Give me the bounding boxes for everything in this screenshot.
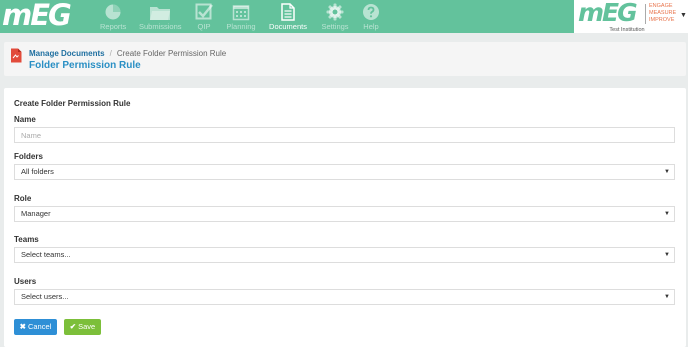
save-button[interactable]: ✔ Save bbox=[64, 319, 101, 335]
caret-down-icon: ▼ bbox=[664, 294, 670, 300]
nav-item-qip[interactable]: QIP bbox=[194, 0, 214, 33]
nav-item-documents[interactable]: Documents bbox=[268, 0, 308, 33]
breadcrumb-current: Create Folder Permission Rule bbox=[116, 49, 227, 58]
page-title: Folder Permission Rule bbox=[29, 60, 141, 71]
close-icon: ✖ bbox=[19, 322, 26, 331]
institution-switcher[interactable]: mEG ENGAGE MEASURE IMPROVE ▼ Test Instit… bbox=[574, 0, 688, 33]
help-icon bbox=[363, 4, 379, 20]
tagline-engage: ENGAGE bbox=[649, 3, 673, 9]
breadcrumb-separator: / bbox=[109, 49, 112, 58]
form-title: Create Folder Permission Rule bbox=[14, 99, 131, 108]
page-header: Manage Documents / Create Folder Permissio… bbox=[4, 42, 686, 76]
nav-label: Submissions bbox=[139, 22, 182, 31]
users-label: Users bbox=[14, 277, 37, 286]
teams-select-value: Select teams... bbox=[21, 250, 71, 259]
nav-label: Settings bbox=[321, 22, 349, 31]
pie-chart-icon bbox=[105, 4, 121, 20]
save-button-label: Save bbox=[78, 322, 96, 331]
folders-select-value: All folders bbox=[21, 167, 54, 176]
folders-label: Folders bbox=[14, 152, 43, 161]
checkbox-icon bbox=[195, 3, 213, 20]
role-select-value: Manager bbox=[21, 209, 51, 218]
nav-item-submissions[interactable]: Submissions bbox=[139, 0, 182, 33]
form-panel: Create Folder Permission Rule Name Folde… bbox=[4, 88, 686, 347]
teams-label: Teams bbox=[14, 235, 39, 244]
top-nav-bar: mEG Reports Submissions QIP Planning Doc… bbox=[0, 0, 688, 33]
nav-label: QIP bbox=[197, 22, 211, 31]
users-select-value: Select users... bbox=[21, 292, 69, 301]
name-label: Name bbox=[14, 115, 36, 124]
app-logo[interactable]: mEG bbox=[2, 1, 72, 30]
document-icon bbox=[281, 3, 295, 21]
gear-icon bbox=[326, 3, 344, 21]
check-icon: ✔ bbox=[69, 322, 77, 331]
folders-select[interactable]: All folders ▼ bbox=[14, 164, 675, 180]
nav-item-reports[interactable]: Reports bbox=[100, 0, 126, 33]
nav-label: Planning bbox=[226, 22, 256, 31]
nav-label: Help bbox=[363, 22, 379, 31]
document-icon bbox=[11, 48, 22, 63]
institution-name: Test Institution bbox=[609, 27, 645, 33]
role-select[interactable]: Manager ▼ bbox=[14, 206, 675, 222]
folder-icon bbox=[150, 7, 170, 20]
breadcrumb-link-manage-documents[interactable]: Manage Documents bbox=[29, 49, 105, 58]
tagline-measure: MEASURE bbox=[649, 10, 677, 16]
breadcrumb: Manage Documents / Create Folder Permissio… bbox=[29, 49, 226, 58]
institution-tagline: ENGAGE MEASURE IMPROVE bbox=[649, 3, 676, 24]
role-label: Role bbox=[14, 194, 32, 203]
nav-label: Documents bbox=[269, 22, 307, 31]
name-input[interactable] bbox=[14, 127, 675, 143]
users-select[interactable]: Select users... ▼ bbox=[14, 289, 675, 305]
caret-down-icon: ▼ bbox=[664, 211, 670, 217]
cancel-button[interactable]: ✖ Cancel bbox=[14, 319, 57, 335]
caret-down-icon: ▼ bbox=[680, 12, 687, 19]
calendar-icon bbox=[232, 5, 250, 21]
nav-item-help[interactable]: Help bbox=[361, 0, 381, 33]
caret-down-icon: ▼ bbox=[664, 169, 670, 175]
institution-logo: mEG bbox=[578, 0, 638, 27]
nav-item-settings[interactable]: Settings bbox=[320, 0, 350, 33]
nav-label: Reports bbox=[100, 22, 127, 31]
nav-item-planning[interactable]: Planning bbox=[226, 0, 256, 33]
divider bbox=[645, 4, 646, 24]
cancel-button-label: Cancel bbox=[27, 322, 52, 331]
tagline-improve: IMPROVE bbox=[649, 17, 675, 23]
teams-select[interactable]: Select teams... ▼ bbox=[14, 247, 675, 263]
caret-down-icon: ▼ bbox=[664, 252, 670, 258]
